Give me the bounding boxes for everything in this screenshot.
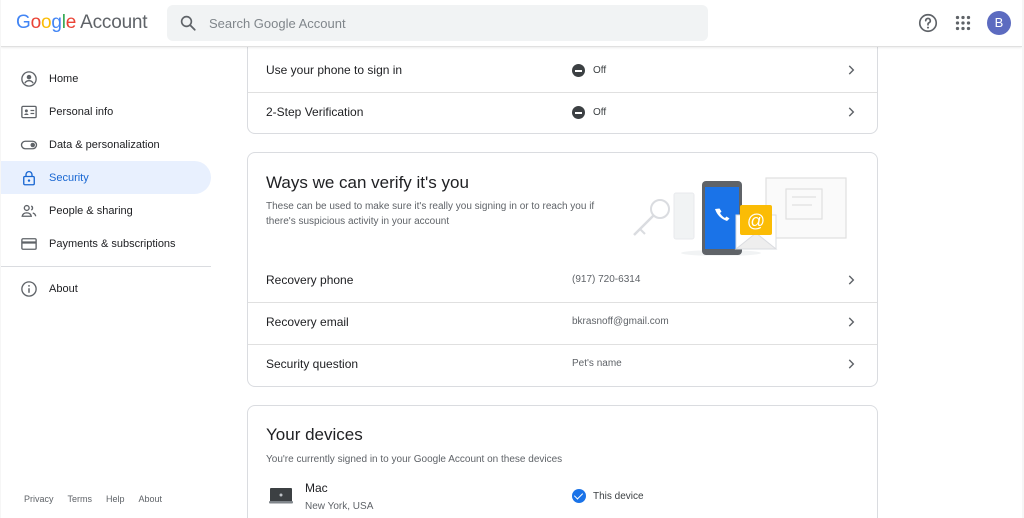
sidebar: Home Personal info Data & personalizatio… [1, 47, 216, 518]
sidebar-item-about[interactable]: About [1, 272, 211, 305]
off-status-icon [572, 106, 585, 119]
home-icon [21, 70, 37, 87]
off-status-icon [572, 64, 585, 77]
verify-card: Ways we can verify it's you These can be… [247, 152, 878, 387]
card-description: These can be used to make sure it's real… [266, 201, 595, 227]
avatar[interactable]: B [987, 11, 1011, 35]
lock-icon [23, 170, 35, 185]
device-row-mac[interactable]: Mac New York, USA This device [248, 474, 877, 518]
sidebar-item-home[interactable]: Home [1, 62, 211, 95]
verify-row-security-question[interactable]: Security question Pet's name [248, 344, 877, 386]
search-bar[interactable] [167, 5, 708, 41]
svg-text:@: @ [747, 211, 765, 231]
search-icon[interactable] [179, 14, 197, 32]
device-status: This device [572, 489, 644, 503]
row-value: Off [593, 65, 607, 76]
row-label: Security question [266, 357, 359, 371]
row-value: (917) 720-6314 [572, 274, 641, 285]
toggle-icon [20, 140, 38, 149]
verify-illustration: @ [633, 177, 847, 256]
sidebar-item-label: Home [49, 72, 79, 85]
row-status: Off [572, 106, 606, 119]
signin-row-2sv[interactable]: 2-Step Verification Off [248, 92, 877, 134]
card-description: You're currently signed in to your Googl… [266, 454, 563, 465]
sidebar-item-security[interactable]: Security [1, 161, 211, 194]
logo-letter: e [65, 12, 77, 33]
laptop-icon [269, 488, 293, 504]
chevron-right-icon [848, 317, 855, 327]
sidebar-item-label: About [49, 282, 78, 295]
row-label: Recovery phone [266, 273, 354, 287]
credit-card-icon [21, 237, 37, 250]
info-icon [21, 280, 37, 297]
row-label: Use your phone to sign in [266, 63, 403, 77]
sidebar-item-payments[interactable]: Payments & subscriptions [1, 227, 211, 260]
sidebar-item-label: Personal info [49, 105, 114, 118]
people-icon [21, 204, 37, 217]
row-value: bkrasnoff@gmail.com [572, 316, 669, 327]
devices-card: Your devices You're currently signed in … [247, 405, 878, 518]
row-label: 2-Step Verification [266, 105, 364, 119]
chevron-right-icon [848, 275, 855, 285]
row-label: Recovery email [266, 315, 349, 329]
help-icon[interactable] [917, 12, 939, 34]
sidebar-item-label: Security [49, 171, 89, 184]
device-location: New York, USA [305, 501, 374, 512]
product-name: Account [80, 12, 148, 33]
card-title: Ways we can verify it's you [266, 173, 469, 192]
search-input[interactable] [209, 5, 689, 41]
footer-link-about[interactable]: About [139, 494, 163, 504]
signin-row-phone[interactable]: Use your phone to sign in Off [248, 50, 877, 92]
sidebar-divider [1, 266, 211, 267]
row-value: Off [593, 107, 607, 118]
sidebar-footer: Privacy Terms Help About [24, 494, 176, 504]
footer-link-help[interactable]: Help [106, 494, 125, 504]
sidebar-item-label: Data & personalization [49, 138, 160, 151]
logo-letter: g [51, 12, 62, 33]
sidebar-item-label: People & sharing [49, 204, 133, 217]
chevron-right-icon [848, 65, 855, 75]
row-status: Off [572, 64, 606, 77]
logo-letter: G [16, 12, 31, 33]
check-icon [572, 489, 586, 503]
logo-letter: o [30, 12, 42, 33]
sidebar-item-personal-info[interactable]: Personal info [1, 95, 211, 128]
chevron-right-icon [848, 359, 855, 369]
top-bar: GoogleAccount B [1, 0, 1022, 47]
footer-link-terms[interactable]: Terms [68, 494, 93, 504]
chevron-right-icon [848, 107, 855, 117]
verify-row-phone[interactable]: Recovery phone (917) 720-6314 [248, 260, 877, 302]
apps-grid-icon[interactable] [952, 12, 974, 34]
device-status-label: This device [593, 490, 644, 502]
main-content: Use your phone to sign in Off 2-Step Ver… [247, 0, 879, 518]
logo-letter: o [40, 12, 52, 33]
google-account-logo[interactable]: Google Account [16, 12, 148, 34]
footer-link-privacy[interactable]: Privacy [24, 494, 54, 504]
browser-window: GoogleAccount B [1, 0, 1022, 518]
device-name: Mac [305, 481, 328, 495]
row-value: Pet's name [572, 358, 622, 369]
sidebar-item-label: Payments & subscriptions [49, 237, 176, 250]
sidebar-item-people-sharing[interactable]: People & sharing [1, 194, 211, 227]
sidebar-item-data-personalization[interactable]: Data & personalization [1, 128, 211, 161]
verify-row-email[interactable]: Recovery email bkrasnoff@gmail.com [248, 302, 877, 344]
card-title: Your devices [266, 425, 363, 444]
id-card-icon [21, 105, 37, 118]
